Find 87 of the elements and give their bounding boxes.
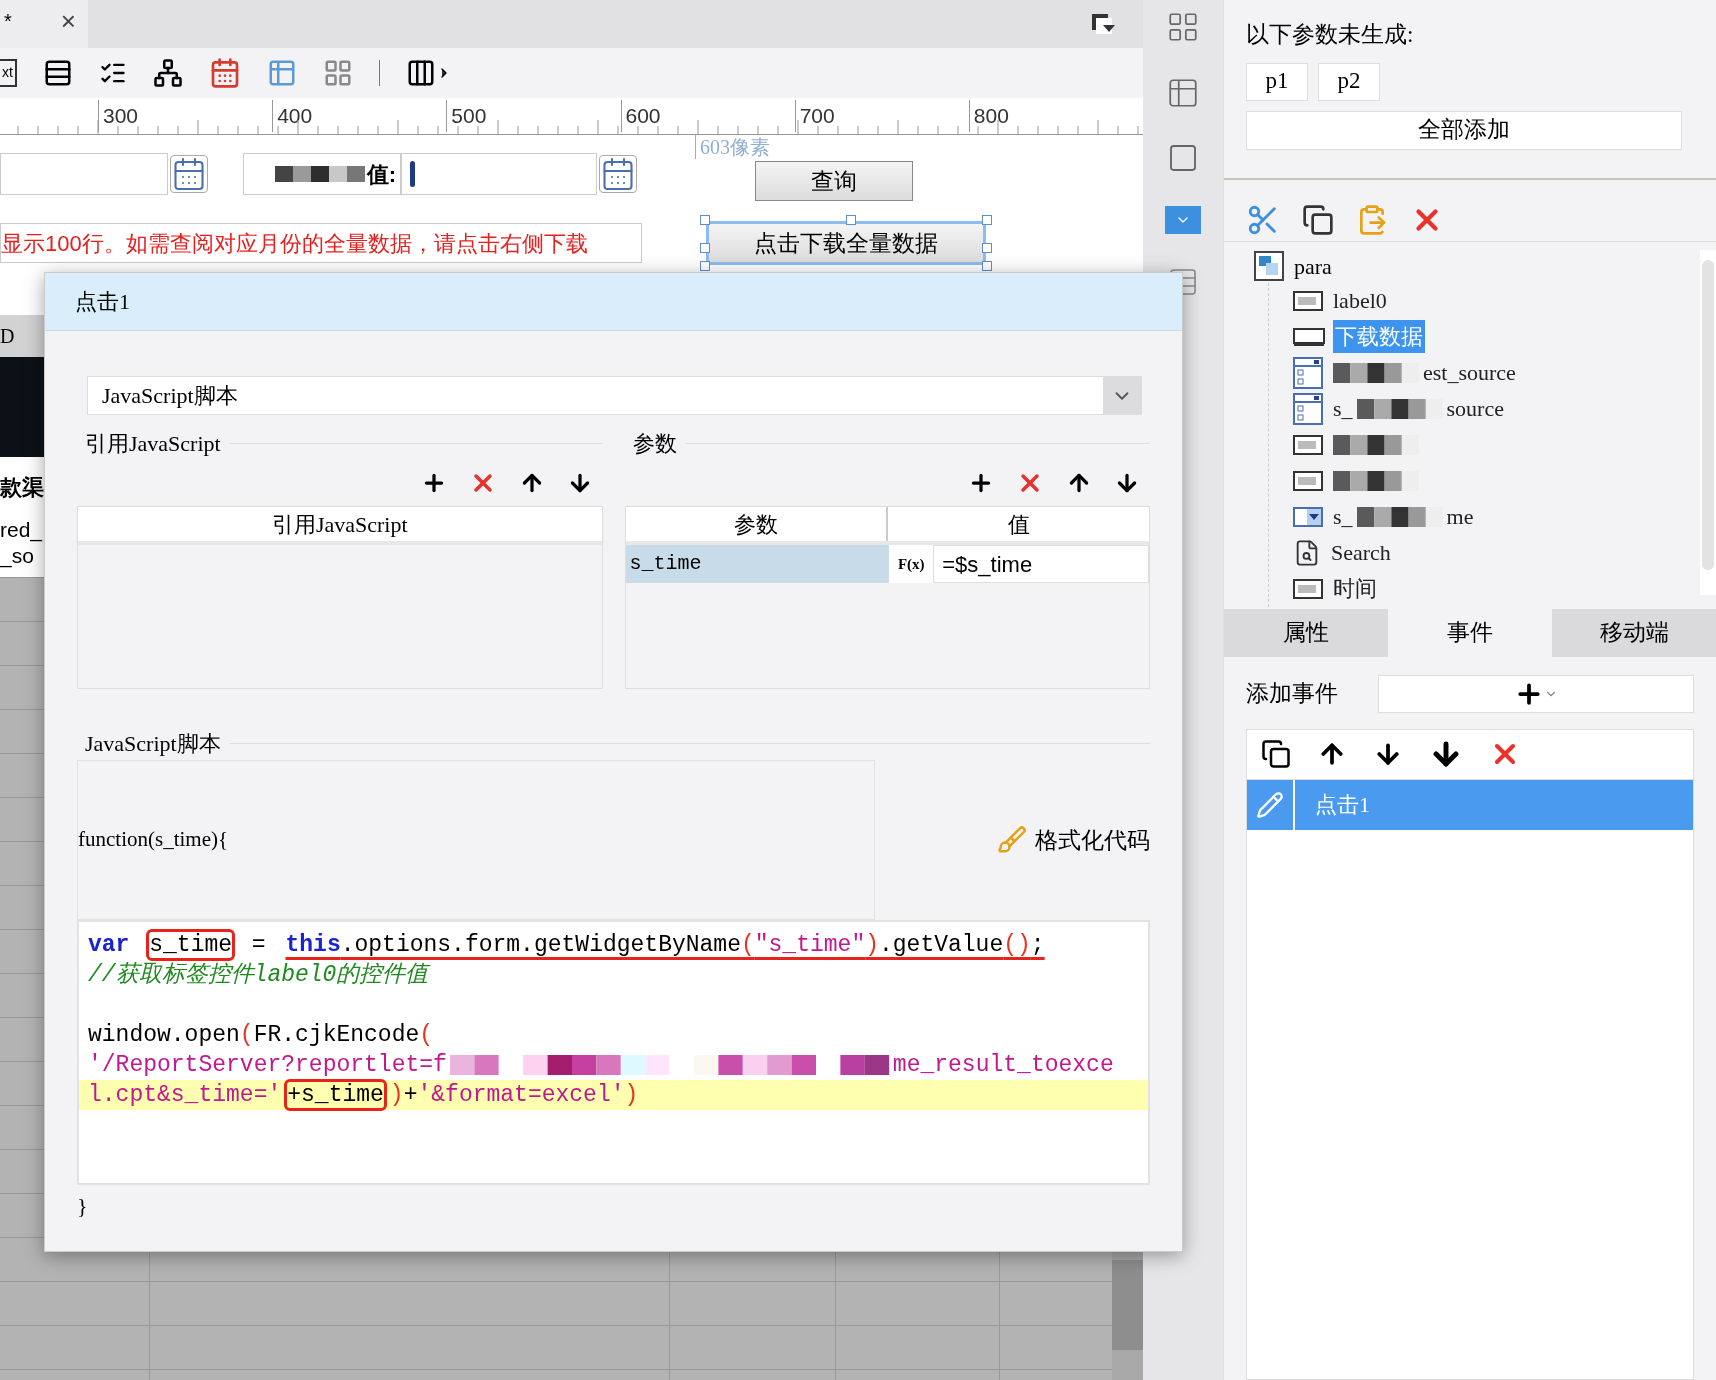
date-picker-icon[interactable]: [170, 155, 208, 193]
panel-tab[interactable]: 移动端: [1552, 608, 1716, 657]
tree-item[interactable]: 时间: [1331, 572, 1379, 605]
copy-icon[interactable]: [1261, 739, 1291, 769]
title-fragment: 款渠: [0, 473, 44, 502]
tree-item[interactable]: Search: [1329, 536, 1393, 569]
download-button[interactable]: 点击下载全量数据: [706, 221, 986, 265]
formula-button[interactable]: F(x): [889, 545, 934, 583]
query-button[interactable]: 查询: [755, 161, 913, 201]
field-label: 值:: [366, 160, 396, 189]
section-title: 参数: [631, 430, 677, 458]
code-editor[interactable]: var s_time = this.options.form.getWidgetByName("s_time").getValue(); //获取标签控件label0的控件值 window.open(FR.cjkEncode( '/ReportServer?reportlet=f me_result_toexce l.cpt&s_time=' +s_time )+'&format=excel'): [77, 920, 1150, 1185]
section-title: JavaScript脚本: [84, 730, 221, 758]
add-event-label: 添加事件: [1246, 679, 1338, 709]
column-header: 引用JavaScript: [271, 510, 408, 539]
missing-params-title: 以下参数未生成:: [1246, 21, 1415, 49]
code-text: me_result_toexce: [891, 1051, 1115, 1080]
code-text: var: [87, 931, 131, 960]
tree-item[interactable]: source: [1444, 392, 1506, 425]
selection-handle[interactable]: [846, 215, 856, 225]
code-text: =: [250, 931, 267, 960]
combo-widget-icon: [1293, 392, 1323, 425]
date-field[interactable]: [401, 153, 597, 195]
dropdown-widget-icon: [1293, 506, 1323, 527]
table-icon[interactable]: [1166, 76, 1200, 110]
label-widget-icon: [1293, 577, 1323, 600]
ruler-label: 800: [973, 104, 1009, 127]
column-header: 参数: [733, 510, 778, 539]
column-header: 值: [1007, 510, 1030, 539]
tree-item[interactable]: label0: [1331, 284, 1389, 317]
close-tab-button[interactable]: ×: [60, 8, 76, 34]
code-text: '/ReportServer?reportlet=f: [87, 1051, 448, 1080]
column-fragment: D: [0, 324, 15, 349]
ruler-label: 400: [277, 104, 313, 127]
tree-item[interactable]: s_: [1331, 392, 1355, 425]
ruler-label: 700: [799, 104, 835, 127]
underlined-code: this.options.form.getWidgetByName("s_time").getValue();: [284, 931, 1046, 960]
param-name-cell[interactable]: s_time: [625, 545, 890, 583]
code-text: window.open(FR.cjkEncode(: [87, 1021, 435, 1050]
add-all-button[interactable]: 全部添加: [1246, 110, 1682, 150]
cell-fragment: red_: [0, 517, 44, 543]
format-code-button[interactable]: 格式化代码: [997, 822, 1150, 858]
button-widget-icon: [1293, 326, 1325, 347]
code-text: //获取标签控件label0的控件值: [87, 961, 432, 990]
code-text: l.cpt&s_time=': [87, 1081, 283, 1110]
tree-root-label[interactable]: para: [1294, 249, 1332, 283]
notice-label: 显示100行。如需查阅对应月份的全量数据，请点击右侧下载: [0, 223, 642, 263]
layout-icon[interactable]: [1166, 10, 1200, 44]
tree-item[interactable]: me: [1444, 500, 1476, 533]
dock-menu-icon[interactable]: [1091, 13, 1117, 35]
circled-code: s_time: [146, 929, 236, 961]
selection-handle[interactable]: [700, 215, 710, 225]
text-field[interactable]: [0, 153, 168, 195]
section-title: 引用JavaScript: [84, 430, 221, 458]
tree-item[interactable]: s_: [1331, 500, 1355, 533]
ruler-label: 500: [451, 104, 487, 127]
text-widget-button[interactable]: xt: [0, 59, 17, 87]
selection-handle[interactable]: [982, 215, 992, 225]
param-chip[interactable]: p1: [1246, 62, 1308, 101]
copy-icon[interactable]: [1302, 204, 1334, 236]
ruler-label: 300: [103, 104, 139, 127]
brush-icon: [997, 825, 1027, 855]
combo-widget-icon: [1293, 356, 1323, 389]
script-type-select[interactable]: JavaScript脚本: [87, 376, 1142, 415]
function-signature-box: function(s_time){: [77, 760, 875, 920]
code-text: )+'&format=excel'): [388, 1081, 640, 1110]
label-widget-icon: [1293, 469, 1323, 492]
frame-icon[interactable]: [1167, 142, 1199, 174]
date-picker-icon[interactable]: [599, 155, 637, 193]
closing-brace: }: [77, 1192, 89, 1220]
modified-mark: *: [4, 9, 12, 34]
tree-widget-icon[interactable]: [152, 58, 183, 88]
label-widget-icon: [1293, 289, 1323, 312]
ruler-label: 600: [625, 104, 661, 127]
cell-fragment: _so: [0, 543, 35, 569]
edit-icon[interactable]: [1256, 790, 1284, 819]
value-field[interactable]: =$s_time: [933, 545, 1149, 583]
tree-item[interactable]: est_source: [1421, 356, 1518, 389]
panel-tab[interactable]: 属性: [1224, 608, 1388, 657]
dialog-title: 点击1: [75, 288, 130, 316]
param-chip[interactable]: p2: [1318, 62, 1380, 101]
root-container-icon: [1254, 251, 1284, 281]
guide-label: 603像素: [695, 135, 845, 159]
editor-tab[interactable]: * ×: [0, 0, 88, 48]
label-widget-icon: [1293, 433, 1323, 456]
tree-scrollbar[interactable]: [1700, 249, 1716, 595]
circled-code: +s_time: [284, 1079, 387, 1111]
